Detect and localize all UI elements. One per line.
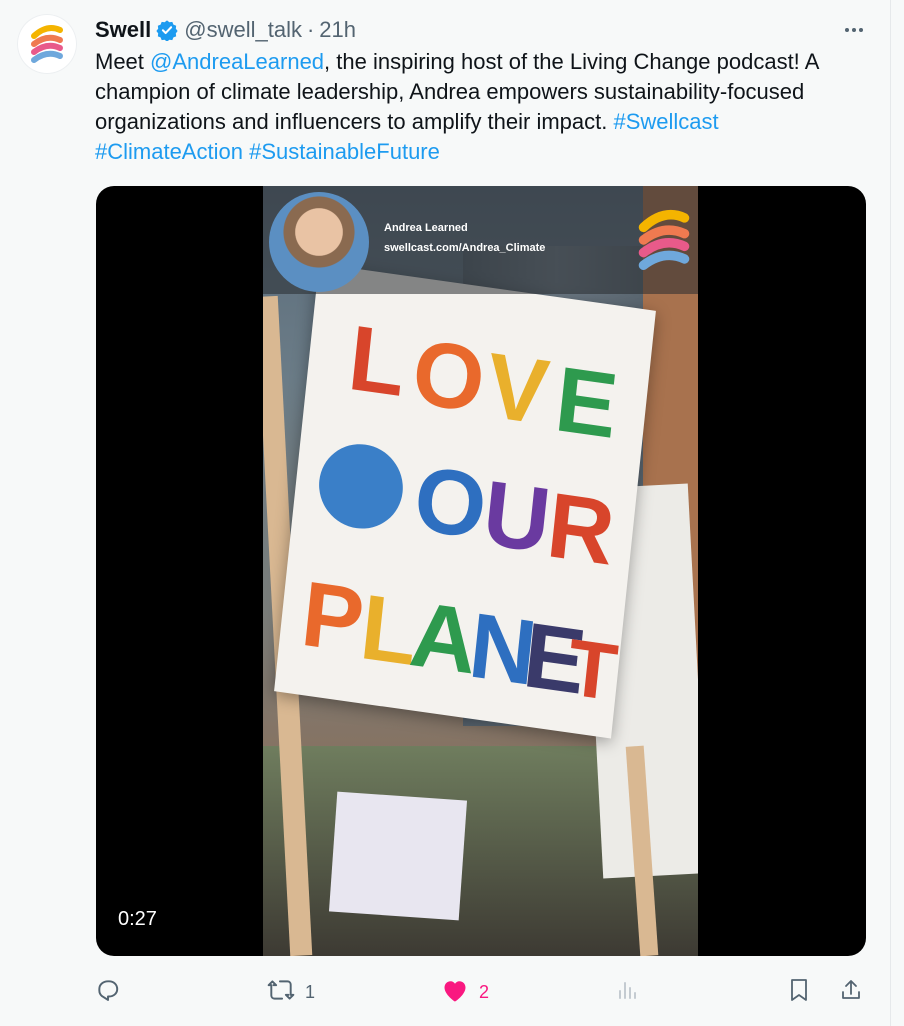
bookmark-button[interactable]	[787, 972, 811, 1012]
video-overlay-bar: Andrea Learned swellcast.com/Andrea_Clim…	[263, 186, 698, 294]
video-frame: L O V E O U R P L A N E T Andrea Learned…	[263, 186, 698, 956]
sign-letter: V	[482, 333, 554, 444]
like-count: 2	[479, 981, 490, 1002]
reply-icon	[95, 977, 121, 1008]
hashtag-link[interactable]: #Swellcast	[613, 109, 718, 134]
retweet-button[interactable]: 1	[267, 972, 315, 1012]
retweet-count: 1	[305, 981, 316, 1002]
swell-logo-icon	[31, 25, 63, 63]
tweet[interactable]: Swell @swell_talk · 21h Meet @AndreaLear…	[0, 0, 891, 1026]
like-button[interactable]: 2	[441, 972, 489, 1012]
action-bar: 1 2	[95, 972, 870, 1012]
video-duration: 0:27	[118, 908, 157, 930]
retweet-icon	[267, 977, 295, 1008]
tweet-header: Swell @swell_talk · 21h	[95, 14, 870, 46]
earth-drawing	[319, 444, 403, 529]
verified-badge-icon	[156, 19, 178, 41]
like-icon	[441, 977, 469, 1008]
mention-link[interactable]: @AndreaLearned	[150, 49, 324, 74]
sign-letter: R	[543, 473, 620, 585]
sign-letter: O	[410, 446, 492, 558]
hashtag-link[interactable]: #SustainableFuture	[249, 139, 440, 164]
presenter-photo	[269, 192, 369, 292]
sign-letter: T	[564, 622, 622, 717]
separator: ·	[306, 17, 315, 42]
background-sign	[328, 791, 468, 921]
author-avatar[interactable]	[17, 14, 77, 74]
overlay-name: Andrea Learned	[384, 222, 468, 234]
swell-logo-icon	[624, 190, 698, 290]
reply-button[interactable]	[95, 972, 121, 1012]
protest-sign: L O V E O U R P L A N E T	[274, 263, 656, 739]
sign-letter: O	[408, 320, 490, 432]
protest-sign-lettering: L O V E O U R P L A N E T	[297, 306, 623, 718]
author-name[interactable]: Swell	[95, 17, 151, 43]
sign-letter: E	[551, 347, 623, 458]
views-icon	[615, 978, 639, 1007]
bookmark-icon	[787, 977, 811, 1008]
views-button[interactable]	[615, 972, 639, 1012]
author-handle[interactable]: @swell_talk	[184, 17, 302, 43]
more-icon[interactable]	[838, 14, 870, 46]
tweet-text: Meet @AndreaLearned, the inspiring host …	[95, 47, 870, 167]
share-icon	[839, 977, 863, 1008]
sign-letter: L	[344, 306, 410, 416]
overlay-url: swellcast.com/Andrea_Climate	[384, 242, 546, 254]
share-button[interactable]	[839, 972, 863, 1012]
hashtag-link[interactable]: #ClimateAction	[95, 139, 243, 164]
video-player[interactable]: L O V E O U R P L A N E T Andrea Learned…	[96, 186, 866, 956]
text-part: Meet	[95, 49, 151, 74]
timestamp[interactable]: 21h	[319, 17, 356, 43]
